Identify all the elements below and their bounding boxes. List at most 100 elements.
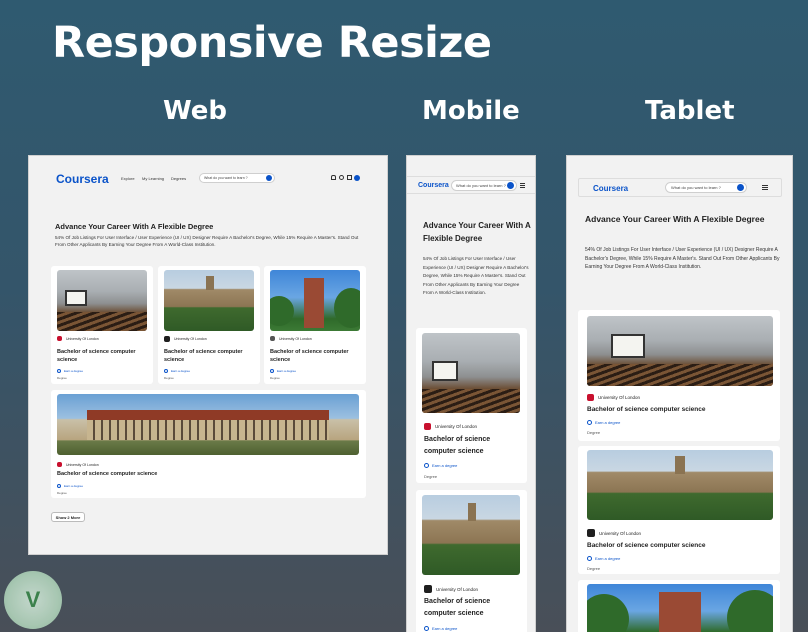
- earn-degree-link[interactable]: Earn a degree: [587, 420, 620, 425]
- degree-card[interactable]: University Of London Bachelor of science…: [578, 446, 780, 574]
- university-logo-icon: [164, 336, 170, 342]
- coursera-logo[interactable]: Coursera: [593, 184, 628, 193]
- earn-degree-link[interactable]: Earn a degree: [57, 484, 83, 488]
- search-placeholder: What do you want to learn ?: [671, 185, 721, 190]
- degree-card[interactable]: University Of London Bachelor of science…: [51, 266, 153, 384]
- degree-card[interactable]: University Of London Bachelor of science…: [264, 266, 366, 384]
- university-row: University Of London: [424, 585, 478, 593]
- web-label: Web: [163, 96, 227, 126]
- search-input[interactable]: What do you want to learn ?: [665, 182, 747, 193]
- card-title[interactable]: Bachelor of science computer science: [57, 348, 147, 364]
- card-type: Degree: [587, 566, 601, 571]
- degree-icon: [57, 369, 61, 373]
- search-input[interactable]: What do you want to learn ?: [199, 173, 275, 183]
- cart-icon[interactable]: [347, 175, 352, 180]
- tablet-label: Tablet: [645, 96, 735, 126]
- university-row: University Of London: [164, 336, 207, 342]
- card-title[interactable]: Bachelor of science computer science: [587, 542, 767, 549]
- college-image: [587, 450, 773, 520]
- earn-degree-link[interactable]: Earn a degree: [164, 369, 190, 373]
- card-type: Degree: [57, 376, 67, 380]
- tablet-header: Coursera What do you want to learn ?: [578, 178, 782, 197]
- coursera-logo[interactable]: Coursera: [56, 172, 109, 186]
- degree-icon: [587, 556, 592, 561]
- globe-icon[interactable]: [339, 175, 344, 180]
- search-icon[interactable]: [737, 184, 744, 191]
- nav-explore[interactable]: Explore: [121, 176, 135, 181]
- degree-card[interactable]: University Of London Bachelor of science…: [416, 490, 527, 632]
- university-logo-icon: [424, 585, 432, 593]
- hero-title: Advance Your Career With A Flexible Degr…: [585, 214, 765, 224]
- hero-description: 54% Of Job Listings For User Interface /…: [55, 235, 359, 247]
- card-title[interactable]: Bachelor of science computer science: [424, 434, 514, 458]
- mobile-frame: Coursera What do you want to learn ? Adv…: [406, 155, 536, 632]
- hero-description: 54% Of Job Listings For User Interface /…: [423, 256, 529, 296]
- menu-icon[interactable]: [762, 185, 768, 190]
- web-frame: Coursera Explore My Learning Degrees Wha…: [28, 155, 388, 555]
- card-type: Degree: [270, 376, 280, 380]
- web-header: Coursera Explore My Learning Degrees Wha…: [29, 156, 387, 204]
- degree-icon: [164, 369, 168, 373]
- earn-degree-link[interactable]: Earn a degree: [57, 369, 83, 373]
- hero-title: Advance Your Career With A Flexible Degr…: [55, 222, 214, 231]
- university-row: University Of London: [57, 336, 99, 341]
- tower-image: [587, 584, 773, 632]
- degree-card[interactable]: [578, 580, 780, 632]
- card-title[interactable]: Bachelor of science computer science: [164, 348, 254, 364]
- earn-degree-link[interactable]: Earn a degree: [424, 626, 457, 631]
- coursera-logo[interactable]: Coursera: [418, 182, 449, 189]
- search-placeholder: What do you want to learn ?: [456, 183, 506, 188]
- earn-degree-link[interactable]: Earn a degree: [587, 556, 620, 561]
- mobile-header: Coursera What do you want to learn ?: [407, 176, 535, 194]
- card-title[interactable]: Bachelor of science computer science: [587, 406, 767, 413]
- show-more-button[interactable]: Show 2 More: [51, 512, 85, 522]
- college-image: [422, 495, 520, 575]
- degree-card[interactable]: University Of London Bachelor of science…: [578, 310, 780, 441]
- card-title[interactable]: Bachelor of science computer science: [57, 471, 357, 477]
- college-image: [164, 270, 254, 331]
- university-row: University Of London: [587, 394, 640, 401]
- card-type: Degree: [587, 430, 601, 435]
- menu-icon[interactable]: [520, 183, 525, 188]
- search-icon[interactable]: [266, 175, 272, 181]
- avatar[interactable]: [354, 175, 360, 181]
- university-row: University Of London: [270, 336, 312, 341]
- tower-image: [270, 270, 360, 331]
- degree-card-wide[interactable]: University Of London Bachelor of science…: [51, 390, 366, 498]
- card-type: Degree: [57, 491, 67, 495]
- nav-my-learning[interactable]: My Learning: [142, 176, 164, 181]
- university-row: University Of London: [587, 529, 641, 537]
- degree-card[interactable]: University Of London Bachelor of science…: [416, 328, 527, 483]
- search-input[interactable]: What do you want to learn ?: [451, 180, 517, 191]
- nav-degrees[interactable]: Degrees: [171, 176, 186, 181]
- mobile-label: Mobile: [422, 96, 520, 126]
- search-icon[interactable]: [507, 182, 514, 189]
- card-type: Degree: [164, 376, 174, 380]
- watermark-logo: V: [4, 571, 62, 629]
- degree-icon: [587, 420, 592, 425]
- degree-card[interactable]: University Of London Bachelor of science…: [158, 266, 260, 384]
- degree-icon: [424, 626, 429, 631]
- bell-icon[interactable]: [331, 175, 336, 180]
- university-row: University Of London: [424, 423, 477, 430]
- card-title[interactable]: Bachelor of science computer science: [270, 348, 360, 364]
- lecture-hall-image: [587, 316, 773, 386]
- degree-icon: [270, 369, 274, 373]
- lecture-hall-image: [57, 270, 147, 331]
- lecture-hall-image: [422, 333, 520, 413]
- earn-degree-link[interactable]: Earn a degree: [424, 463, 457, 468]
- hero-description: 54% Of Job Listings For User Interface /…: [585, 247, 780, 271]
- campus-building-image: [57, 394, 359, 455]
- university-logo-icon: [587, 394, 594, 401]
- degree-icon: [57, 484, 61, 488]
- university-logo-icon: [424, 423, 431, 430]
- hero-title: Advance Your Career With A Flexible Degr…: [423, 221, 531, 243]
- earn-degree-link[interactable]: Earn a degree: [270, 369, 296, 373]
- page-title: Responsive Resize: [52, 18, 492, 68]
- degree-icon: [424, 463, 429, 468]
- university-logo-icon: [57, 462, 62, 467]
- card-type: Degree: [424, 474, 438, 479]
- university-row: University Of London: [57, 462, 99, 467]
- card-title[interactable]: Bachelor of science computer science: [424, 596, 514, 620]
- university-logo-icon: [57, 336, 62, 341]
